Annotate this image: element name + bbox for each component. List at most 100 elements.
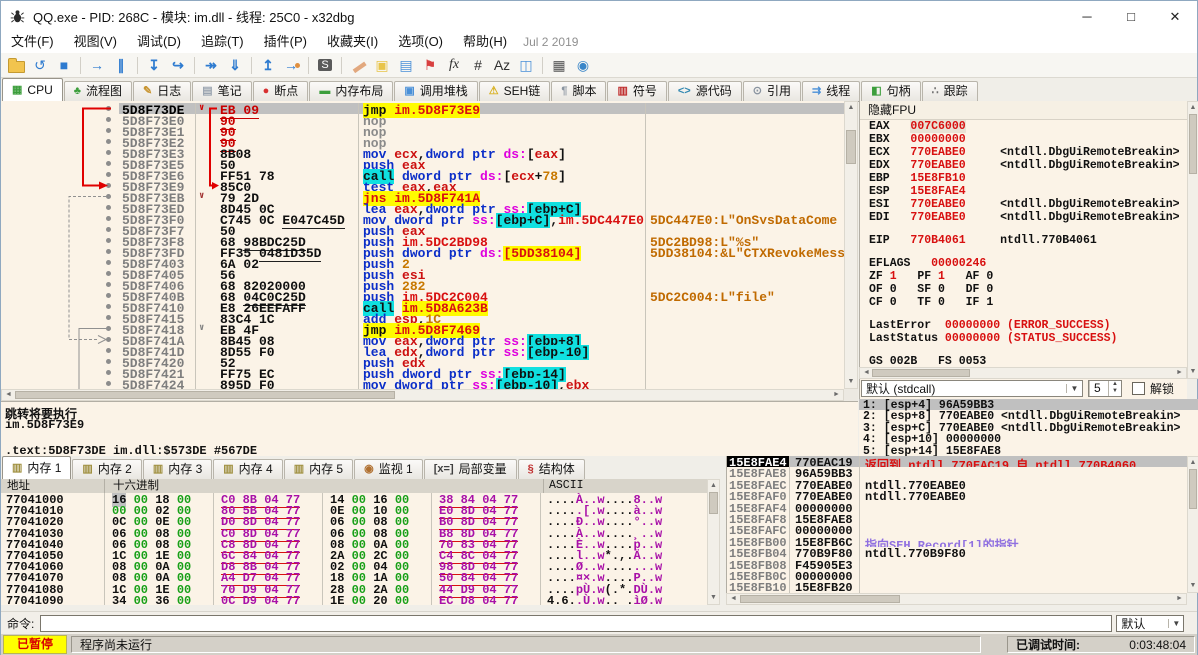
minimize-button[interactable]: ─ — [1065, 2, 1109, 31]
menu-item[interactable]: 选项(O) — [388, 31, 453, 53]
stack-row[interactable]: 15E8FAE4770EAC19返回到 ntdll.770EAC19 自 ntd… — [727, 456, 1187, 467]
menu-item[interactable]: 插件(P) — [254, 31, 317, 53]
disasm-row[interactable]: 5D8F73E985C0test eax,eax — [1, 180, 844, 191]
comments-button[interactable]: ▣ — [370, 54, 394, 76]
stack-row[interactable]: 15E8FB0C00000000 — [727, 570, 1187, 581]
dump-row[interactable]: 7704100016 00 18 00C0 8B 04 7714 00 16 0… — [1, 493, 707, 504]
registers-horizontal-scrollbar[interactable]: ◄ ► — [859, 367, 1187, 379]
stack-horizontal-scrollbar[interactable]: ◄ ► — [726, 593, 1187, 605]
stack-row[interactable]: 15E8FAF815E8FAE8 — [727, 513, 1187, 524]
tab-dump1[interactable]: ▥内存 1 — [2, 456, 71, 479]
disasm-row[interactable]: 5D8F73EB∨79 2Djns im.5D8F741A — [1, 191, 844, 202]
menu-item[interactable]: 调试(D) — [127, 31, 191, 53]
tab-graph[interactable]: ♣流程图 — [64, 81, 132, 101]
calculator-button[interactable]: ▦ — [547, 54, 571, 76]
tab-cpu[interactable]: ▦CPU — [2, 78, 63, 101]
disasm-horizontal-scrollbar[interactable]: ◄ ► — [1, 389, 844, 401]
disasm-row[interactable]: 5D8F7421FF75 ECpush dword ptr ss:[ebp-14… — [1, 367, 844, 378]
disasm-row[interactable]: 5D8F73F0C745 0C E047C45Dmov dword ptr ss… — [1, 213, 844, 224]
register-row[interactable]: ESI 770EABE0 <ntdll.DbgUiRemoteBreakin> — [869, 198, 1188, 211]
register-row[interactable]: ZF 1 PF 1 AF 0 — [869, 270, 1188, 283]
stack-row[interactable]: 15E8FAF0770EABE0ntdll.770EABE0 — [727, 490, 1187, 501]
dump-row[interactable]: 770410200C 00 0E 00D0 8D 04 7706 00 08 0… — [1, 515, 707, 526]
disasm-row[interactable]: 5D8F7424895D F0mov dword ptr ss:[ebp-10]… — [1, 378, 844, 389]
menu-item[interactable]: 文件(F) — [1, 31, 64, 53]
register-row[interactable]: LastStatus 00000000 (STATUS_SUCCESS) — [869, 332, 1188, 345]
tab-watch1[interactable]: ◉监视 1 — [354, 459, 423, 479]
dump-row[interactable]: 7704101000 00 02 0080 5B 04 770E 00 10 0… — [1, 504, 707, 515]
tab-locals[interactable]: [x=]局部变量 — [424, 459, 517, 479]
labels-button[interactable]: ▤ — [394, 54, 418, 76]
disasm-row[interactable]: 5D8F73E550push eax — [1, 158, 844, 169]
tab-memmap[interactable]: ▬内存布局 — [309, 81, 393, 101]
disasm-row[interactable]: 5D8F740556push esi — [1, 268, 844, 279]
disasm-row[interactable]: 5D8F73E290nop — [1, 136, 844, 147]
disasm-row[interactable]: 5D8F740B68 04C0C25Dpush im.5DC2C0045DC2C… — [1, 290, 844, 301]
register-row[interactable]: EAX 007C6000 — [869, 120, 1188, 133]
bookmarks-button[interactable]: ⚑ — [418, 54, 442, 76]
stack-row[interactable]: 15E8FB08F45905E3 — [727, 559, 1187, 570]
restart-button[interactable]: ↺ — [28, 54, 52, 76]
register-row[interactable]: EFLAGS 00000246 — [869, 257, 1188, 270]
register-row[interactable]: EIP 770B4061 ntdll.770B4061 — [869, 234, 1188, 247]
stop-button[interactable]: ■ — [52, 54, 76, 76]
dump-row[interactable]: 7704106008 00 0A 00D8 8B 04 7702 00 04 0… — [1, 560, 707, 571]
run-to-user-code-button[interactable]: → — [280, 54, 304, 76]
close-button[interactable]: ✕ — [1153, 2, 1197, 31]
command-profile-select[interactable]: 默认 ▼ — [1116, 615, 1184, 632]
dump-row[interactable]: 7704104006 00 08 00C8 8D 04 7708 00 0A 0… — [1, 538, 707, 549]
command-input[interactable] — [40, 615, 1112, 632]
tab-script[interactable]: ¶脚本 — [551, 81, 606, 101]
disasm-row[interactable]: 5D8F741D8D55 F0lea edx,dword ptr ss:[ebp… — [1, 345, 844, 356]
scylla-button[interactable]: S — [313, 54, 337, 76]
disasm-row[interactable]: 5D8F73E38B08mov ecx,dword ptr ds:[eax] — [1, 147, 844, 158]
tab-threads[interactable]: ⇉线程 — [802, 81, 860, 101]
tab-seh[interactable]: ⚠SEH链 — [479, 81, 551, 101]
disasm-vertical-scrollbar[interactable]: ▲ ▼ — [844, 101, 858, 389]
maximize-button[interactable]: □ — [1109, 2, 1153, 31]
argument-row[interactable]: 5: [esp+14] 15E8FAE8 — [859, 445, 1198, 456]
dump-row[interactable]: 770410501C 00 1E 006C 84 04 772A 00 2C 0… — [1, 549, 707, 560]
menu-item[interactable]: 追踪(T) — [191, 31, 254, 53]
dump-row[interactable]: 770410801C 00 1E 0070 D9 04 7728 00 2A 0… — [1, 583, 707, 594]
disasm-row[interactable]: 5D8F73E190nop — [1, 125, 844, 136]
register-row[interactable]: GS 002B FS 0053 — [869, 355, 1188, 367]
tab-notes[interactable]: ▤笔记 — [192, 81, 251, 101]
step-over-button[interactable]: ↪ — [166, 54, 190, 76]
arguments-list[interactable]: 1: [esp+4] 96A59BB32: [esp+8] 770EABE0 <… — [859, 399, 1198, 456]
register-row[interactable]: CF 0 TF 0 IF 1 — [869, 296, 1188, 309]
menu-item[interactable]: 收藏夹(I) — [317, 31, 388, 53]
disasm-row[interactable]: 5D8F73E6FF51 78call dword ptr ds:[ecx+78… — [1, 169, 844, 180]
disasm-row[interactable]: 5D8F741A8B45 08mov eax,dword ptr ss:[ebp… — [1, 334, 844, 345]
disasm-row[interactable]: 5D8F740668 82020000push 282 — [1, 279, 844, 290]
disasm-row[interactable]: 5D8F73E090nop — [1, 114, 844, 125]
argument-row[interactable]: 2: [esp+8] 770EABE0 <ntdll.DbgUiRemoteBr… — [859, 410, 1198, 421]
register-row[interactable]: EDI 770EABE0 <ntdll.DbgUiRemoteBreakin> — [869, 211, 1188, 224]
open-file-button[interactable] — [4, 54, 28, 76]
tab-callstack[interactable]: ▣调用堆栈 — [394, 81, 477, 101]
stack-row[interactable]: 15E8FB04770B9F80ntdll.770B9F80 — [727, 547, 1187, 558]
stack-row[interactable]: 15E8FAEC770EABE0ntdll.770EABE0 — [727, 479, 1187, 490]
stack-view[interactable]: 15E8FAE4770EAC19返回到 ntdll.770EAC19 自 ntd… — [726, 456, 1187, 593]
tab-trace[interactable]: ∴跟踪 — [922, 81, 978, 101]
pause-button[interactable]: ∥ — [109, 54, 133, 76]
registers-vertical-scrollbar[interactable]: ▲ ▼ — [1187, 101, 1198, 379]
step-out-button[interactable]: ⇓ — [223, 54, 247, 76]
register-row[interactable]: EDX 770EABE0 <ntdll.DbgUiRemoteBreakin> — [869, 159, 1188, 172]
disasm-row[interactable]: 5D8F742052push edx — [1, 356, 844, 367]
disasm-row[interactable]: 5D8F7410E8 26EEFAFFcall im.5D8A623B — [1, 301, 844, 312]
language-button[interactable]: ◉ — [571, 54, 595, 76]
stack-row[interactable]: 15E8FB0015E8FB6C指向SEH_Record[1]的指针 — [727, 536, 1187, 547]
unlock-checkbox[interactable] — [1132, 382, 1145, 395]
tab-dump2[interactable]: ▥内存 2 — [72, 459, 141, 479]
stack-row[interactable]: 15E8FB1015E8FB20 — [727, 581, 1187, 592]
disasm-row[interactable]: 5D8F73DE∨EB 09jmp im.5D8F73E9 — [1, 103, 844, 114]
menu-item[interactable]: 帮助(H) — [453, 31, 517, 53]
disasm-row[interactable]: 5D8F73F868 98BDC25Dpush im.5DC2BD985DC2B… — [1, 235, 844, 246]
patches-button[interactable]: ▬ — [346, 54, 370, 76]
tab-log[interactable]: ✎日志 — [133, 81, 191, 101]
disasm-row[interactable]: 5D8F741583C4 1Cadd esp,1C — [1, 312, 844, 323]
register-row[interactable]: EBP 15E8FB10 — [869, 172, 1188, 185]
dump-vertical-scrollbar[interactable]: ▲ ▼ — [707, 479, 720, 605]
argument-row[interactable]: 3: [esp+C] 770EABE0 <ntdll.DbgUiRemoteBr… — [859, 422, 1198, 433]
